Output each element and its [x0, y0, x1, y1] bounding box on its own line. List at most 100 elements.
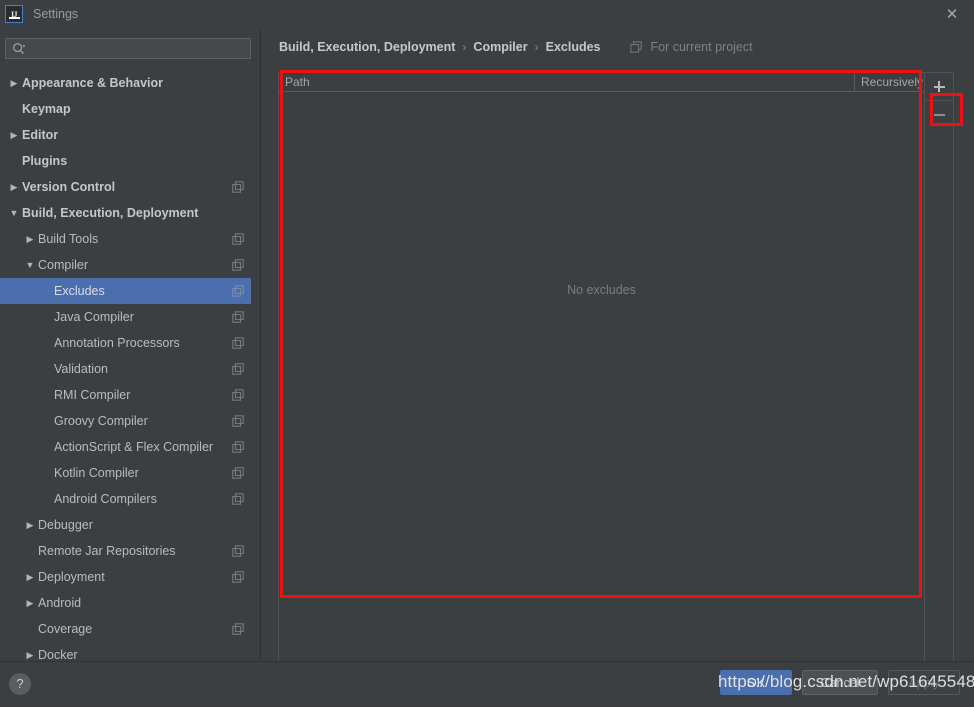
- sidebar-scrollbar-track[interactable]: [251, 70, 260, 661]
- sidebar-item-validation[interactable]: Validation: [0, 356, 260, 382]
- project-scope-icon: [232, 467, 244, 479]
- sidebar-item-label: Annotation Processors: [54, 336, 180, 350]
- project-scope-icon: [232, 415, 244, 427]
- breadcrumb-separator-1: ›: [534, 40, 539, 54]
- settings-dialog: IJ Settings ✕ ▶ Appearance & Behavior Keym…: [0, 0, 974, 707]
- chevron-down-icon[interactable]: ▼: [24, 252, 36, 278]
- sidebar-item-rmi-compiler[interactable]: RMI Compiler: [0, 382, 260, 408]
- plus-icon: [934, 81, 945, 92]
- project-scope-icon: [232, 181, 244, 193]
- minus-icon: [934, 114, 945, 116]
- chevron-right-icon[interactable]: ▶: [24, 642, 36, 661]
- sidebar-item-label: Docker: [38, 648, 78, 661]
- window-title: Settings: [33, 7, 79, 21]
- project-scope-icon: [232, 441, 244, 453]
- sidebar-item-label: Appearance & Behavior: [22, 76, 164, 90]
- sidebar-item-editor[interactable]: ▶ Editor: [0, 122, 260, 148]
- chevron-right-icon[interactable]: ▶: [24, 590, 36, 616]
- search-input[interactable]: [5, 38, 251, 59]
- sidebar-item-remote-jar-repositories[interactable]: Remote Jar Repositories: [0, 538, 260, 564]
- sidebar-item-label: ActionScript & Flex Compiler: [54, 440, 214, 454]
- sidebar-item-label: Build, Execution, Deployment: [22, 206, 199, 220]
- breadcrumb-item-0[interactable]: Build, Execution, Deployment: [279, 40, 455, 54]
- project-scope-icon: [232, 233, 244, 245]
- close-icon[interactable]: ✕: [943, 6, 961, 24]
- chevron-right-icon[interactable]: ▶: [8, 70, 20, 96]
- sidebar-item-label: Validation: [54, 362, 108, 376]
- chevron-right-icon[interactable]: ▶: [8, 122, 20, 148]
- excludes-table[interactable]: Path Recursively No excludes: [279, 73, 924, 668]
- sidebar-item-label: Groovy Compiler: [54, 414, 148, 428]
- help-button[interactable]: ?: [9, 673, 31, 695]
- breadcrumb-item-2: Excludes: [545, 40, 601, 54]
- sidebar-item-label: Kotlin Compiler: [54, 466, 139, 480]
- sidebar-item-build-execution-deployment[interactable]: ▼ Build, Execution, Deployment: [0, 200, 260, 226]
- breadcrumb-separator-0: ›: [462, 40, 467, 54]
- sidebar-item-label: Android Compilers: [54, 492, 157, 506]
- breadcrumb-item-1[interactable]: Compiler: [473, 40, 527, 54]
- table-header-row: Path Recursively: [279, 73, 924, 92]
- project-scope-icon: [232, 545, 244, 557]
- sidebar-item-actionscript-flex-compiler[interactable]: ActionScript & Flex Compiler: [0, 434, 260, 460]
- sidebar-item-android-compilers[interactable]: Android Compilers: [0, 486, 260, 512]
- column-header-recursively[interactable]: Recursively: [855, 73, 924, 91]
- sidebar-item-android[interactable]: ▶ Android: [0, 590, 260, 616]
- sidebar-item-appearance-behavior[interactable]: ▶ Appearance & Behavior: [0, 70, 260, 96]
- chevron-down-icon[interactable]: ▼: [8, 200, 20, 226]
- column-header-path[interactable]: Path: [279, 73, 855, 91]
- project-scope-icon: [232, 337, 244, 349]
- excludes-table-panel: Path Recursively No excludes: [278, 72, 954, 669]
- project-scope-icon: [232, 571, 244, 583]
- project-scope-icon: [232, 285, 244, 297]
- project-scope-icon: [232, 623, 244, 635]
- settings-sidebar: ▶ Appearance & Behavior Keymap ▶ Editor Plugi…: [0, 29, 260, 661]
- sidebar-item-label: RMI Compiler: [54, 388, 131, 402]
- chevron-right-icon[interactable]: ▶: [24, 564, 36, 590]
- project-scope-icon: [232, 493, 244, 505]
- sidebar-item-label: Remote Jar Repositories: [38, 544, 176, 558]
- watermark-text: https://blog.csdn.net/wp616455481: [718, 672, 974, 691]
- sidebar-item-label: Build Tools: [38, 232, 99, 246]
- sidebar-item-plugins[interactable]: Plugins: [0, 148, 260, 174]
- sidebar-item-coverage[interactable]: Coverage: [0, 616, 260, 642]
- project-scope-icon: [232, 389, 244, 401]
- sidebar-item-java-compiler[interactable]: Java Compiler: [0, 304, 260, 330]
- sidebar-item-keymap[interactable]: Keymap: [0, 96, 260, 122]
- add-exclude-button[interactable]: [925, 73, 953, 101]
- chevron-right-icon[interactable]: ▶: [24, 512, 36, 538]
- sidebar-item-deployment[interactable]: ▶ Deployment: [0, 564, 260, 590]
- sidebar-item-label: Android: [38, 596, 82, 610]
- table-body[interactable]: No excludes: [279, 92, 924, 668]
- sidebar-item-label: Keymap: [22, 102, 71, 116]
- sidebar-item-compiler[interactable]: ▼ Compiler: [0, 252, 260, 278]
- sidebar-item-label: Editor: [22, 128, 59, 142]
- table-toolbar: [924, 73, 953, 668]
- chevron-right-icon[interactable]: ▶: [24, 226, 36, 252]
- project-scope-icon: [630, 41, 642, 53]
- sidebar-item-excludes[interactable]: Excludes: [0, 278, 260, 304]
- sidebar-item-docker[interactable]: ▶ Docker: [0, 642, 260, 661]
- sidebar-item-build-tools[interactable]: ▶ Build Tools: [0, 226, 260, 252]
- project-scope-icon: [232, 363, 244, 375]
- settings-content: Build, Execution, Deployment › Compiler › Ex…: [261, 29, 974, 669]
- sidebar-item-kotlin-compiler[interactable]: Kotlin Compiler: [0, 460, 260, 486]
- sidebar-item-version-control[interactable]: ▶ Version Control: [0, 174, 260, 200]
- chevron-right-icon[interactable]: ▶: [8, 174, 20, 200]
- remove-exclude-button[interactable]: [925, 101, 953, 129]
- sidebar-item-label: Java Compiler: [54, 310, 134, 324]
- sidebar-item-annotation-processors[interactable]: Annotation Processors: [0, 330, 260, 356]
- for-current-project-text: For current project: [650, 40, 753, 54]
- sidebar-item-groovy-compiler[interactable]: Groovy Compiler: [0, 408, 260, 434]
- sidebar-item-label: Deployment: [38, 570, 105, 584]
- sidebar-item-debugger[interactable]: ▶ Debugger: [0, 512, 260, 538]
- settings-tree[interactable]: ▶ Appearance & Behavior Keymap ▶ Editor Plugi…: [0, 70, 260, 661]
